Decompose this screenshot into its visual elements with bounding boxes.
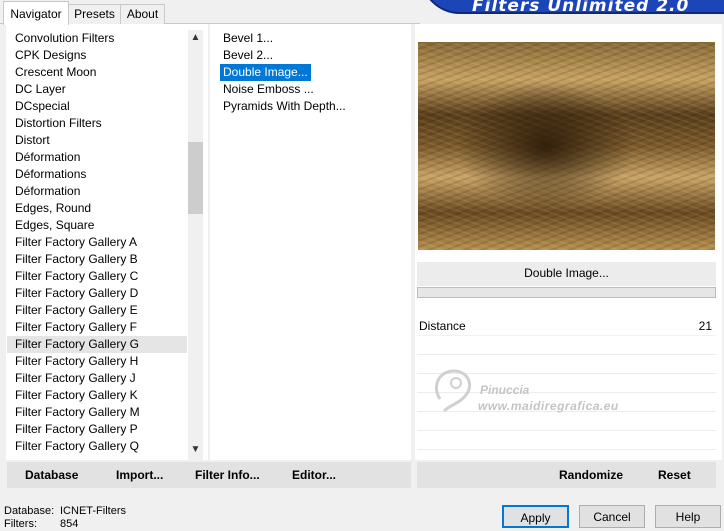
category-item[interactable]: Filter Factory Gallery G (7, 336, 187, 353)
param-empty-row (417, 336, 716, 355)
watermark-logo-icon (435, 369, 471, 413)
param-value: 21 (698, 319, 712, 333)
database-button[interactable]: Database (25, 462, 78, 488)
status-database-label: Database: (4, 505, 55, 517)
category-item[interactable]: Déformation (7, 183, 187, 200)
category-item[interactable]: Filter Factory Gallery F (7, 319, 187, 336)
category-item[interactable]: Filter Factory Gallery C (7, 268, 187, 285)
status-filters-label: Filters: (4, 518, 37, 530)
category-item[interactable]: Filter Factory Gallery B (7, 251, 187, 268)
left-toolbar: Database Import... Filter Info... Editor… (7, 462, 411, 488)
effect-name: Double Image... (524, 266, 609, 280)
category-item[interactable]: Filter Factory Gallery K (7, 387, 187, 404)
filter-item[interactable]: Noise Emboss ... (220, 81, 317, 98)
progress-bar (417, 287, 716, 298)
category-item[interactable]: DC Layer (7, 81, 187, 98)
category-item[interactable]: Filter Factory Gallery M (7, 404, 187, 421)
category-item[interactable]: Crescent Moon (7, 64, 187, 81)
status-area: Database: ICNET-Filters Filters: 854 (4, 505, 126, 531)
filter-item[interactable]: Bevel 1... (220, 30, 276, 47)
category-item[interactable]: Déformation (7, 149, 187, 166)
category-item[interactable]: Filter Factory Gallery A (7, 234, 187, 251)
filter-preview (418, 42, 715, 250)
filter-item[interactable]: Double Image... (220, 64, 311, 81)
filter-item[interactable]: Bevel 2... (220, 47, 276, 64)
tab-about[interactable]: About (120, 4, 165, 24)
category-item[interactable]: Edges, Square (7, 217, 187, 234)
status-filters-value: 854 (60, 518, 79, 530)
filter-list[interactable]: Bevel 1... Bevel 2... Double Image... Noise… (220, 30, 410, 115)
category-item[interactable]: Convolution Filters (7, 30, 187, 47)
category-item[interactable]: Filter Factory Gallery P (7, 421, 187, 438)
watermark-name: Pinuccia (480, 383, 530, 397)
reset-button[interactable]: Reset (658, 462, 691, 488)
category-item[interactable]: Edges, Round (7, 200, 187, 217)
apply-button[interactable]: Apply (502, 505, 569, 528)
category-item[interactable]: Distort (7, 132, 187, 149)
cancel-button[interactable]: Cancel (579, 505, 645, 528)
preview-image (418, 42, 715, 250)
param-label: Distance (419, 319, 466, 333)
randomize-button[interactable]: Randomize (559, 462, 623, 488)
category-item[interactable]: Filter Factory Gallery E (7, 302, 187, 319)
help-button[interactable]: Help (655, 505, 721, 528)
category-item[interactable]: Filter Factory Gallery S (7, 455, 187, 458)
category-item[interactable]: Filter Factory Gallery H (7, 353, 187, 370)
category-list[interactable]: Convolution Filters CPK Designs Crescent M… (7, 30, 187, 458)
filter-item[interactable]: Pyramids With Depth... (220, 98, 349, 115)
watermark: Pinuccia www.maidiregrafica.eu (430, 365, 660, 420)
param-distance[interactable]: Distance 21 (417, 318, 716, 336)
category-item[interactable]: Déformations (7, 166, 187, 183)
category-item[interactable]: Distortion Filters (7, 115, 187, 132)
category-item[interactable]: DCspecial (7, 98, 187, 115)
divider (411, 24, 415, 460)
category-item[interactable]: Filter Factory Gallery D (7, 285, 187, 302)
category-item[interactable]: Filter Factory Gallery Q (7, 438, 187, 455)
param-empty-row (417, 431, 716, 450)
tab-navigator[interactable]: Navigator (3, 1, 69, 25)
up-arrow-icon[interactable]: ▲ (188, 30, 203, 46)
category-scrollbar[interactable]: ▲ ▼ (188, 30, 203, 460)
divider (208, 24, 210, 460)
tab-presets[interactable]: Presets (68, 4, 121, 24)
down-arrow-icon[interactable]: ▼ (188, 442, 203, 458)
filter-info-button[interactable]: Filter Info... (195, 462, 260, 488)
import-button[interactable]: Import... (116, 462, 163, 488)
scrollbar-thumb[interactable] (188, 142, 203, 214)
editor-button[interactable]: Editor... (292, 462, 336, 488)
watermark-url: www.maidiregrafica.eu (478, 399, 619, 413)
app-title: Filters Unlimited 2.0 (472, 0, 690, 14)
status-database-value: ICNET-Filters (60, 505, 126, 517)
category-item[interactable]: Filter Factory Gallery J (7, 370, 187, 387)
right-toolbar: Randomize Reset (417, 462, 716, 488)
category-item[interactable]: CPK Designs (7, 47, 187, 64)
app-banner: Filters Unlimited 2.0 (420, 0, 724, 14)
